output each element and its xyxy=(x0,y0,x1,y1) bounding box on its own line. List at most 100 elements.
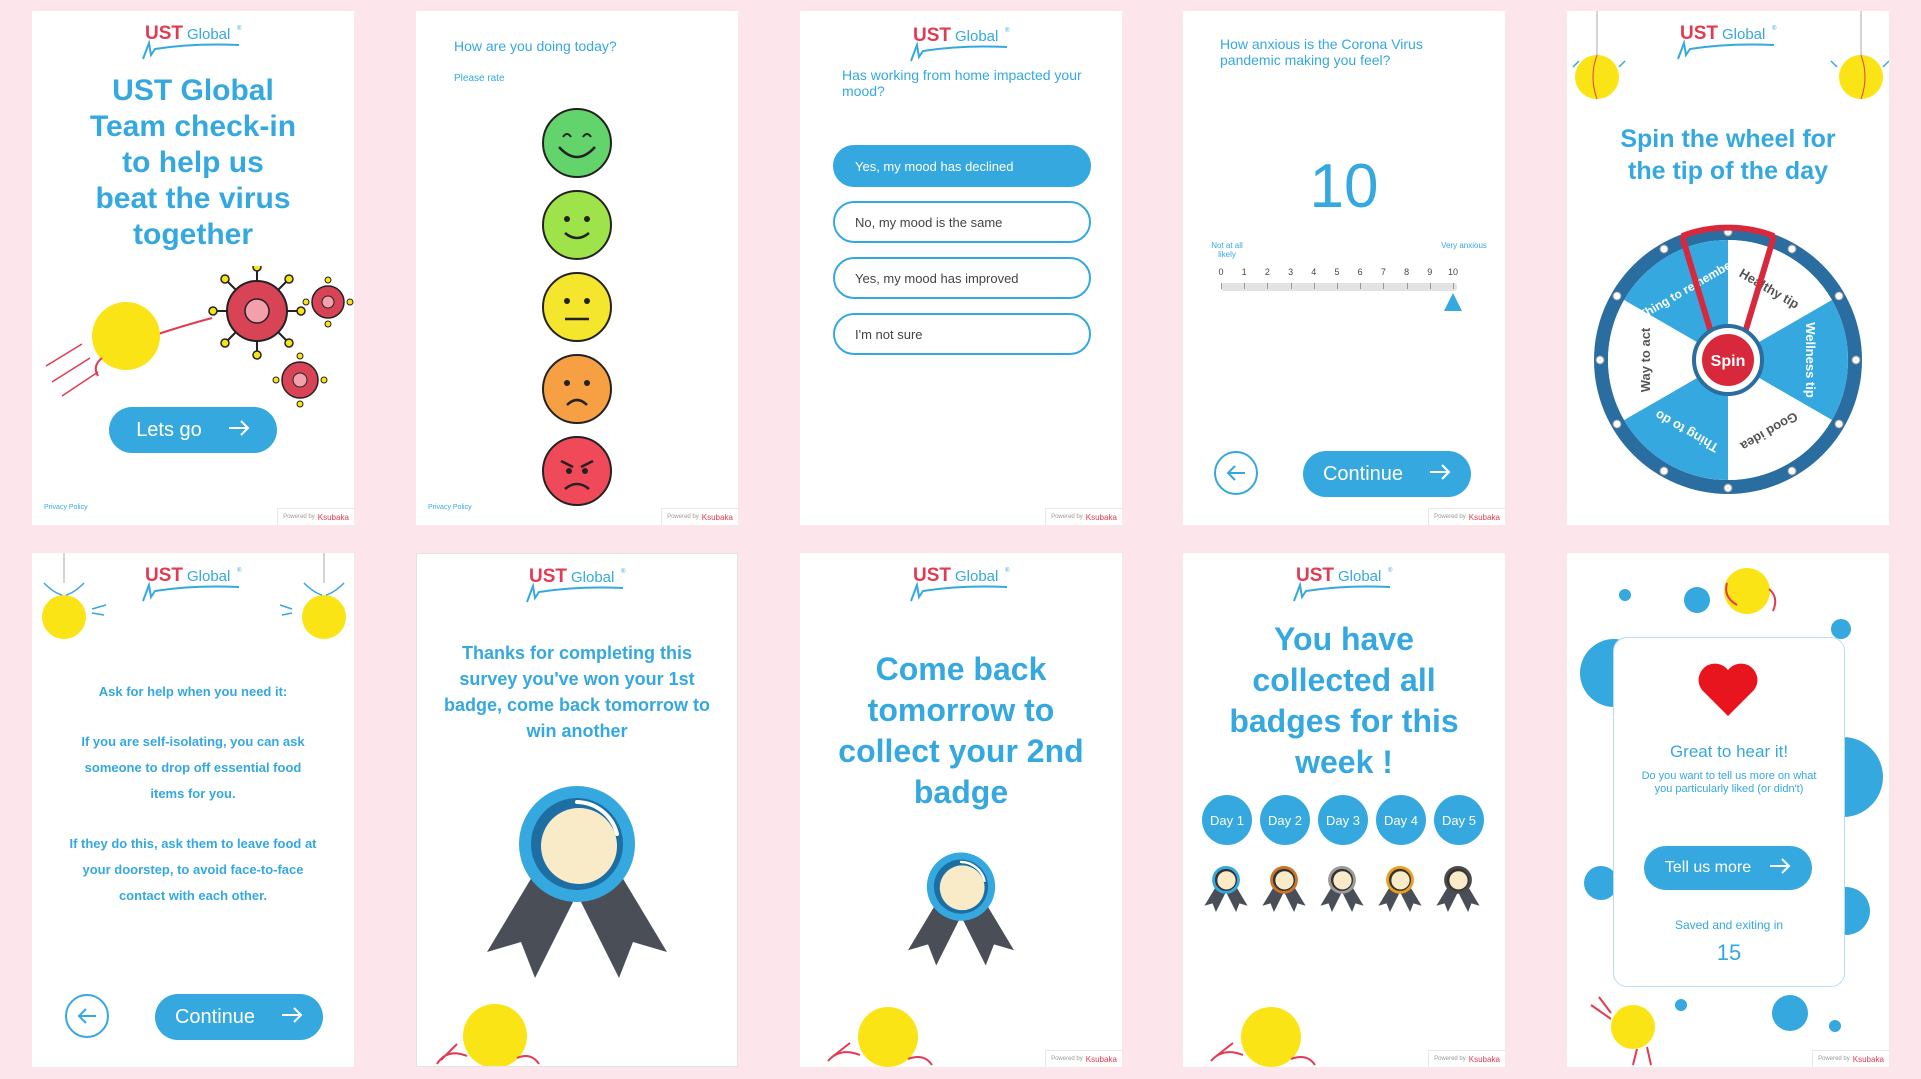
tick-mark xyxy=(1406,283,1408,289)
badge-day-2-icon xyxy=(1262,865,1306,913)
day-3-chip: Day 3 xyxy=(1318,795,1368,845)
svg-text:Global: Global xyxy=(955,568,998,585)
continue-button[interactable]: Continue xyxy=(155,994,323,1040)
ust-global-logo: UST Global ® xyxy=(1567,21,1889,69)
ust-global-logo: UST Global ® xyxy=(32,21,354,69)
happy-face-icon[interactable] xyxy=(541,189,613,261)
badge-day-3-icon xyxy=(1320,865,1364,913)
svg-text:®: ® xyxy=(1005,27,1010,34)
screen-tip-of-day: UST Global ® Ask for help when you need … xyxy=(32,553,354,1067)
arrow-right-icon xyxy=(1769,857,1791,879)
subtitle-text: Please rate xyxy=(454,73,505,84)
slider-value: 10 xyxy=(1309,152,1379,221)
tick-labels: 0 1 2 3 4 5 6 7 8 9 10 xyxy=(1217,267,1459,281)
powered-by-badge: Powered by Ksubaka xyxy=(661,508,738,525)
spin-button: Spin xyxy=(1711,353,1746,370)
svg-text:Global: Global xyxy=(187,26,230,43)
svg-text:®: ® xyxy=(237,567,242,574)
option-same[interactable]: No, my mood is the same xyxy=(833,201,1091,243)
badge-message: Thanks for completing this survey you've… xyxy=(443,643,711,741)
option-not-sure[interactable]: I'm not sure xyxy=(833,313,1091,355)
svg-text:®: ® xyxy=(1005,567,1010,574)
question-text: Has working from home impacted your mood… xyxy=(842,67,1082,99)
powered-by-badge: Powered by Ksubaka xyxy=(1045,508,1122,525)
tick-label: 1 xyxy=(1241,267,1247,277)
tick-mark xyxy=(1453,283,1454,289)
question-text: How are you doing today? xyxy=(454,38,617,54)
lets-go-label: Lets go xyxy=(136,418,202,441)
tick-mark xyxy=(1244,283,1246,289)
arrow-left-icon xyxy=(77,1008,96,1024)
slider-thumb[interactable] xyxy=(1444,293,1462,311)
angry-face-icon[interactable] xyxy=(541,435,613,507)
prompt-text: Do you want to tell us more on what you … xyxy=(1641,770,1817,795)
tell-us-more-label: Tell us more xyxy=(1664,859,1752,876)
continue-label: Continue xyxy=(174,1005,256,1028)
badge-day-1-icon xyxy=(1204,865,1248,913)
option-improved[interactable]: Yes, my mood has improved xyxy=(833,257,1091,299)
lets-go-button[interactable]: Lets go xyxy=(109,407,277,453)
tick-label: 4 xyxy=(1311,267,1317,277)
svg-text:Global: Global xyxy=(1722,26,1765,43)
neutral-face-icon[interactable] xyxy=(541,271,613,343)
svg-text:UST: UST xyxy=(145,565,183,586)
continue-button[interactable]: Continue xyxy=(1303,451,1471,497)
privacy-policy-link[interactable]: Privacy Policy xyxy=(44,504,88,511)
heart-icon xyxy=(1698,663,1758,716)
sad-face-icon[interactable] xyxy=(541,353,613,425)
tick-label: 3 xyxy=(1288,267,1294,277)
max-label: Very anxious xyxy=(1441,241,1487,250)
powered-by-badge: Powered by Ksubaka xyxy=(1428,508,1505,525)
screen-spin-wheel: UST Global ® Spin the wheel for the tip … xyxy=(1567,11,1889,525)
tick-label: 10 xyxy=(1447,267,1459,277)
tick-label: 9 xyxy=(1427,267,1433,277)
spin-wheel[interactable]: Healthy tip Wellness tip Good idea Thing… xyxy=(1591,223,1865,497)
svg-text:Global: Global xyxy=(187,568,230,585)
bouncing-ball-decoration xyxy=(1210,1007,1316,1067)
virus-illustration xyxy=(45,266,354,408)
bouncing-ball-decoration xyxy=(436,1004,540,1066)
tell-us-more-button[interactable]: Tell us more xyxy=(1644,846,1812,890)
powered-by-badge: Powered by Ksubaka xyxy=(277,508,354,525)
screen-intro: UST Global ® UST Global Team check-in to… xyxy=(32,11,354,525)
back-button[interactable] xyxy=(1214,451,1258,495)
powered-by-badge: Powered by Ksubaka xyxy=(1428,1050,1505,1067)
intro-title: UST Global Team check-in to help us beat… xyxy=(89,74,297,251)
arrow-right-icon xyxy=(228,419,250,442)
day-4-chip: Day 4 xyxy=(1376,795,1426,845)
bouncing-ball-decoration xyxy=(827,1007,933,1067)
svg-text:UST: UST xyxy=(913,565,951,586)
tick-mark xyxy=(1221,283,1222,289)
tick-mark xyxy=(1290,283,1292,289)
tick-label: 6 xyxy=(1357,267,1363,277)
svg-text:UST: UST xyxy=(1680,23,1718,44)
tick-mark xyxy=(1267,283,1269,289)
tick-label: 8 xyxy=(1404,267,1410,277)
svg-text:®: ® xyxy=(1388,567,1393,574)
back-button[interactable] xyxy=(65,994,109,1038)
screen-mood-rating: How are you doing today? Please rate Pri… xyxy=(416,11,738,525)
arrow-left-icon xyxy=(1226,465,1245,481)
ust-global-logo: UST Global ® xyxy=(417,564,737,612)
all-badges-title: You have collected all badges for this w… xyxy=(1229,621,1459,780)
tick-mark xyxy=(1337,283,1338,289)
option-declined[interactable]: Yes, my mood has declined xyxy=(833,145,1091,187)
svg-text:UST: UST xyxy=(529,566,567,587)
powered-by-badge: Powered by Ksubaka xyxy=(1812,1050,1889,1067)
tick-label: 2 xyxy=(1264,267,1270,277)
very-happy-face-icon[interactable] xyxy=(541,107,613,179)
svg-text:UST: UST xyxy=(913,25,951,46)
day-1-chip: Day 1 xyxy=(1202,795,1252,845)
svg-text:UST: UST xyxy=(145,23,183,44)
segment-wellness-tip: Wellness tip xyxy=(1803,322,1818,398)
privacy-policy-link[interactable]: Privacy Policy xyxy=(428,504,472,511)
spin-title: Spin the wheel for the tip of the day xyxy=(1620,125,1836,185)
svg-text:®: ® xyxy=(621,568,626,575)
svg-text:Global: Global xyxy=(1338,568,1381,585)
powered-by-badge: Powered by Ksubaka xyxy=(1045,1050,1122,1067)
ust-global-logo: UST Global ® xyxy=(32,563,354,611)
arrow-right-icon xyxy=(1429,463,1451,486)
screen-multiple-choice: UST Global ® Has working from home impac… xyxy=(800,11,1122,525)
tick-mark xyxy=(1360,283,1362,289)
segment-way-to-act: Way to act xyxy=(1638,327,1653,392)
